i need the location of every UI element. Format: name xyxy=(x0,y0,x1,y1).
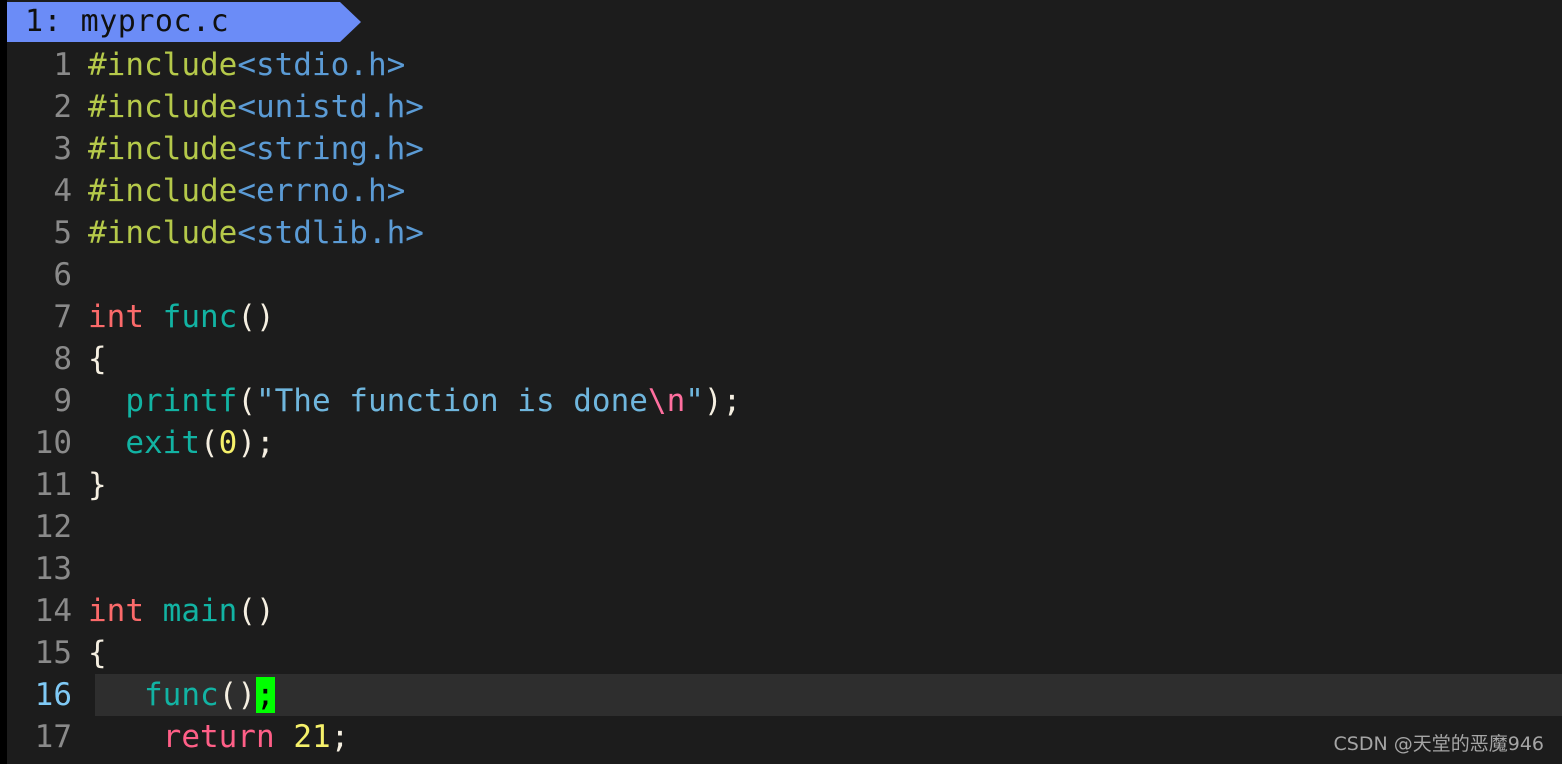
code-token: printf xyxy=(125,383,238,419)
code-line[interactable]: 13 xyxy=(0,548,1562,590)
line-number: 17 xyxy=(34,719,72,755)
line-number: 15 xyxy=(34,635,72,671)
code-line-content: printf("The function is done\n"); xyxy=(80,380,741,422)
code-token: #include xyxy=(88,47,238,83)
code-line[interactable]: 9 printf("The function is done\n"); xyxy=(0,380,1562,422)
line-number: 1 xyxy=(53,47,72,83)
tab-arrow-icon xyxy=(340,2,361,42)
code-line-content: #include<errno.h> xyxy=(80,170,405,212)
code-line-content: { xyxy=(80,632,107,674)
code-token: } xyxy=(88,467,107,503)
code-line-content: exit(0); xyxy=(80,422,275,464)
code-token: \n xyxy=(647,383,686,419)
code-token: ( xyxy=(237,383,256,419)
code-line[interactable]: 11} xyxy=(0,464,1562,506)
code-line[interactable]: 5 #include<stdlib.h> xyxy=(0,212,1562,254)
code-line[interactable]: 1 #include<stdio.h> xyxy=(0,44,1562,86)
line-number: 13 xyxy=(34,551,72,587)
code-line[interactable]: 6 xyxy=(0,254,1562,296)
code-token: #include xyxy=(88,215,238,251)
code-area[interactable]: 1 #include<stdio.h> 2 #include<unistd.h> 3 #i… xyxy=(0,44,1562,764)
code-token: func xyxy=(144,677,219,713)
code-line[interactable]: 10 exit(0); xyxy=(0,422,1562,464)
code-token: int xyxy=(88,593,144,629)
code-token: <stdio.h> xyxy=(237,47,406,83)
code-token: main xyxy=(162,593,238,629)
code-token: ( xyxy=(199,425,219,461)
line-number: 10 xyxy=(34,425,72,461)
code-line-content: #include<unistd.h> xyxy=(80,86,424,128)
code-token: () xyxy=(218,677,256,713)
code-token: () xyxy=(237,593,275,629)
line-number: 7 xyxy=(53,299,72,335)
code-token: " xyxy=(685,383,704,419)
code-line[interactable]: 12 xyxy=(0,506,1562,548)
line-number: 16 xyxy=(34,677,72,713)
code-token: #include xyxy=(88,173,238,209)
code-line-content: int func() xyxy=(80,296,275,338)
code-token: #include xyxy=(88,131,238,167)
code-token: 21 xyxy=(293,719,331,755)
code-token: exit xyxy=(125,425,200,461)
code-line-content: #include<stdio.h> xyxy=(80,44,405,86)
code-token: ); xyxy=(237,425,275,461)
code-token: <stdlib.h> xyxy=(237,215,424,251)
code-token: <string.h> xyxy=(237,131,424,167)
code-token: int xyxy=(88,299,144,335)
code-token: { xyxy=(88,341,107,377)
line-number: 9 xyxy=(53,383,72,419)
line-number: 11 xyxy=(34,467,72,503)
code-line-content: int main() xyxy=(80,590,275,632)
code-line[interactable]: 4 #include<errno.h> xyxy=(0,170,1562,212)
line-number: 14 xyxy=(34,593,72,629)
code-line[interactable]: 17 return 21; xyxy=(0,716,1562,758)
code-line[interactable]: 15 { xyxy=(0,632,1562,674)
line-number: 2 xyxy=(53,89,72,125)
line-number: 6 xyxy=(53,257,72,293)
code-token: { xyxy=(88,635,107,671)
code-line[interactable]: 14 int main() xyxy=(0,590,1562,632)
code-token: ); xyxy=(703,383,742,419)
tab-label: 1: myproc.c xyxy=(25,4,230,39)
code-line-content: #include<string.h> xyxy=(80,128,424,170)
code-line-content: return 21; xyxy=(80,716,350,758)
tab-myproc-c[interactable]: 1: myproc.c xyxy=(7,2,340,42)
code-token: <unistd.h> xyxy=(237,89,424,125)
current-line-highlight xyxy=(95,674,1562,716)
line-number: 12 xyxy=(34,509,72,545)
code-line[interactable]: 7 int func() xyxy=(0,296,1562,338)
code-line-content: { xyxy=(80,338,107,380)
line-number: 8 xyxy=(53,341,72,377)
text-cursor: ; xyxy=(255,677,275,713)
code-token: func xyxy=(162,299,238,335)
code-line[interactable]: 2 #include<unistd.h> xyxy=(0,86,1562,128)
line-number: 3 xyxy=(53,131,72,167)
watermark: CSDN @天堂的恶魔946 xyxy=(1333,733,1544,755)
tab-bar: 1: myproc.c xyxy=(0,0,1562,44)
code-line-content: } xyxy=(80,464,107,506)
code-token: 0 xyxy=(218,425,238,461)
code-line[interactable]: 3 #include<string.h> xyxy=(0,128,1562,170)
code-token: "The function is done xyxy=(255,383,648,419)
code-line-content: #include<stdlib.h> xyxy=(80,212,424,254)
line-number: 4 xyxy=(53,173,72,209)
code-line[interactable]: 8{ xyxy=(0,338,1562,380)
code-token: () xyxy=(237,299,275,335)
code-token: return xyxy=(162,719,275,755)
line-number: 5 xyxy=(53,215,72,251)
code-line[interactable]: 16 func(); xyxy=(0,674,1562,716)
code-token: <errno.h> xyxy=(237,173,406,209)
code-line-content: func(); xyxy=(80,674,275,716)
left-edge-strip xyxy=(0,0,7,764)
code-token: ; xyxy=(330,719,350,755)
code-token: #include xyxy=(88,89,238,125)
editor-screen: 1: myproc.c 1 #include<stdio.h> 2 #include<… xyxy=(0,0,1562,764)
